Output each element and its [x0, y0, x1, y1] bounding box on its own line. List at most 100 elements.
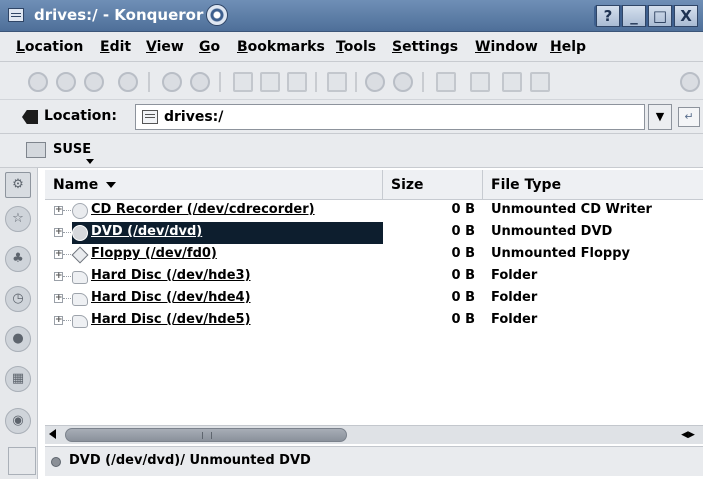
back-arrow-icon[interactable]: [56, 72, 76, 92]
row-name[interactable]: DVD (/dev/dvd): [91, 224, 202, 239]
tree-view-icon[interactable]: [470, 72, 490, 92]
scroll-arrows-icon[interactable]: ◀▶: [675, 428, 701, 442]
print-icon[interactable]: [327, 72, 347, 92]
chevron-down-icon[interactable]: [86, 159, 94, 164]
menu-edit[interactable]: Edit: [100, 39, 131, 55]
hard-disk-icon: [72, 271, 88, 284]
location-toolbar: Location: drives:/ ▼ ↵: [0, 100, 703, 134]
list-row-hde4[interactable]: + Hard Disc (/dev/hde4) 0 B Folder: [45, 288, 703, 310]
bookmark-folder-icon[interactable]: [26, 142, 46, 158]
bookmark-folder-suse[interactable]: SUSE: [53, 142, 91, 157]
column-file-type[interactable]: File Type: [483, 170, 703, 200]
sidebar-network-icon[interactable]: ♣: [5, 246, 31, 272]
horizontal-scrollbar[interactable]: ◀▶: [45, 425, 703, 444]
main-toolbar: [0, 62, 703, 100]
zoom-out-icon[interactable]: [393, 72, 413, 92]
row-name[interactable]: Floppy (/dev/fd0): [91, 246, 217, 261]
status-indicator-icon: [51, 457, 61, 467]
close-button[interactable]: X: [674, 5, 698, 27]
sidebar-toggle-button[interactable]: [8, 447, 36, 475]
menu-help[interactable]: Help: [550, 39, 586, 55]
kde-gear-icon[interactable]: [206, 4, 228, 26]
expand-icon[interactable]: +: [54, 294, 63, 303]
location-history-dropdown[interactable]: ▼: [648, 104, 672, 130]
list-row-hde3[interactable]: + Hard Disc (/dev/hde3) 0 B Folder: [45, 266, 703, 288]
menu-settings[interactable]: Settings: [392, 39, 458, 55]
row-size: 0 B: [451, 202, 475, 217]
expand-icon[interactable]: +: [54, 272, 63, 281]
icon-view-icon[interactable]: [436, 72, 456, 92]
menu-go[interactable]: Go: [199, 39, 220, 55]
toolbar-separator: [148, 72, 150, 92]
window-title: drives:/ - Konqueror: [34, 6, 204, 24]
configure-gear-icon[interactable]: [680, 72, 700, 92]
expand-icon[interactable]: +: [54, 206, 63, 215]
reload-icon[interactable]: [162, 72, 182, 92]
list-row-dvd[interactable]: + DVD (/dev/dvd) 0 B Unmounted DVD: [45, 222, 703, 244]
expand-icon[interactable]: +: [54, 228, 63, 237]
file-list-view[interactable]: Name Size File Type + CD Recorder (/dev/…: [45, 170, 703, 425]
window-titlebar[interactable]: drives:/ - Konqueror ? _ □ X: [0, 0, 703, 32]
sort-descending-icon: [106, 182, 117, 188]
list-row-hde5[interactable]: + Hard Disc (/dev/hde5) 0 B Folder: [45, 310, 703, 332]
maximize-button[interactable]: □: [648, 5, 672, 27]
menu-window[interactable]: Window: [475, 39, 538, 55]
row-size: 0 B: [451, 268, 475, 283]
show-image-icon[interactable]: [502, 72, 522, 92]
row-size: 0 B: [451, 312, 475, 327]
row-type: Folder: [491, 312, 538, 327]
toolbar-separator: [355, 72, 357, 92]
location-value[interactable]: drives:/: [164, 109, 223, 125]
minimize-button[interactable]: _: [622, 5, 646, 27]
cd-writer-icon: [72, 203, 88, 219]
row-type: Folder: [491, 268, 538, 283]
column-size[interactable]: Size: [383, 170, 483, 200]
row-size: 0 B: [451, 290, 475, 305]
forward-arrow-icon[interactable]: [84, 72, 104, 92]
row-name[interactable]: CD Recorder (/dev/cdrecorder): [91, 202, 315, 217]
toolbar-separator: [315, 72, 317, 92]
menu-location[interactable]: Location: [16, 39, 83, 55]
menu-bookmarks[interactable]: Bookmarks: [237, 39, 325, 55]
copy-icon[interactable]: [260, 72, 280, 92]
help-button[interactable]: ?: [596, 5, 620, 27]
list-header: Name Size File Type: [45, 170, 703, 200]
toolbar-separator: [219, 72, 221, 92]
menu-tools[interactable]: Tools: [336, 39, 376, 55]
folder-icon: [142, 110, 158, 124]
row-type: Unmounted DVD: [491, 224, 613, 239]
row-name[interactable]: Hard Disc (/dev/hde3): [91, 268, 251, 283]
scroll-left-icon[interactable]: [49, 429, 56, 439]
cut-icon[interactable]: [233, 72, 253, 92]
list-row-cd-recorder[interactable]: + CD Recorder (/dev/cdrecorder) 0 B Unmo…: [45, 200, 703, 222]
sidebar-history-icon[interactable]: ◷: [5, 286, 31, 312]
list-row-floppy[interactable]: + Floppy (/dev/fd0) 0 B Unmounted Floppy: [45, 244, 703, 266]
home-icon[interactable]: [118, 72, 138, 92]
row-name[interactable]: Hard Disc (/dev/hde4): [91, 290, 251, 305]
file-manager-icon: [8, 8, 24, 22]
sidebar-bookmarks-icon[interactable]: ☆: [5, 206, 31, 232]
sidebar-media-icon[interactable]: ▦: [5, 366, 31, 392]
hard-disk-icon: [72, 315, 88, 328]
row-name[interactable]: Hard Disc (/dev/hde5): [91, 312, 251, 327]
location-input[interactable]: drives:/: [135, 104, 645, 130]
detailed-list-icon[interactable]: [530, 72, 550, 92]
up-arrow-icon[interactable]: [28, 72, 48, 92]
stop-icon[interactable]: [190, 72, 210, 92]
scrollbar-thumb[interactable]: [65, 428, 347, 442]
row-type: Unmounted Floppy: [491, 246, 631, 261]
paste-icon[interactable]: [287, 72, 307, 92]
menu-view[interactable]: View: [146, 39, 184, 55]
clear-location-icon[interactable]: [22, 110, 38, 124]
column-name[interactable]: Name: [45, 170, 383, 200]
sidebar-configuration-icon[interactable]: ⚙: [5, 172, 31, 198]
go-icon[interactable]: ↵: [678, 107, 700, 127]
sidebar-devices-icon[interactable]: ●: [5, 326, 31, 352]
zoom-in-icon[interactable]: [365, 72, 385, 92]
dvd-icon: [72, 225, 88, 241]
location-label: Location:: [44, 108, 117, 124]
row-type: Folder: [491, 290, 538, 305]
expand-icon[interactable]: +: [54, 250, 63, 259]
expand-icon[interactable]: +: [54, 316, 63, 325]
sidebar-services-icon[interactable]: ◉: [5, 408, 31, 434]
